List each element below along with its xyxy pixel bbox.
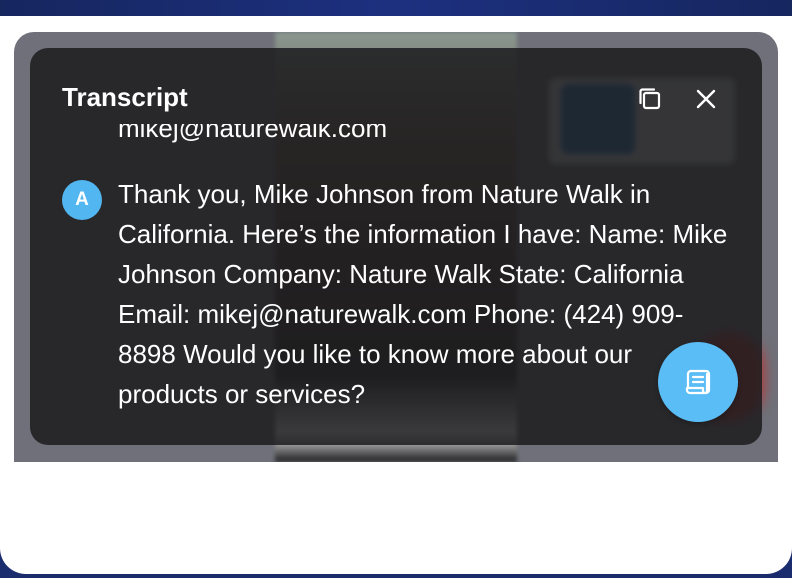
top-band [0, 0, 792, 16]
transcript-title: Transcript [62, 82, 188, 112]
message-text: Thank you, Mike Johnson from Nature Walk… [118, 179, 728, 409]
copy-button[interactable] [635, 84, 665, 114]
close-button[interactable] [691, 84, 721, 114]
assistant-avatar: A [62, 180, 102, 220]
close-icon [696, 89, 716, 109]
transcript-scroll-area[interactable]: mikej@naturewalk.com A Thank you, Mike J… [30, 124, 762, 445]
scroll-icon [685, 369, 711, 395]
transcript-toggle-button[interactable] [658, 342, 738, 422]
previous-message-text: mikej@naturewalk.com [118, 124, 388, 143]
transcript-panel: Transcript mikej@naturewalk.com A Thank … [30, 48, 762, 445]
copy-icon [639, 88, 661, 110]
